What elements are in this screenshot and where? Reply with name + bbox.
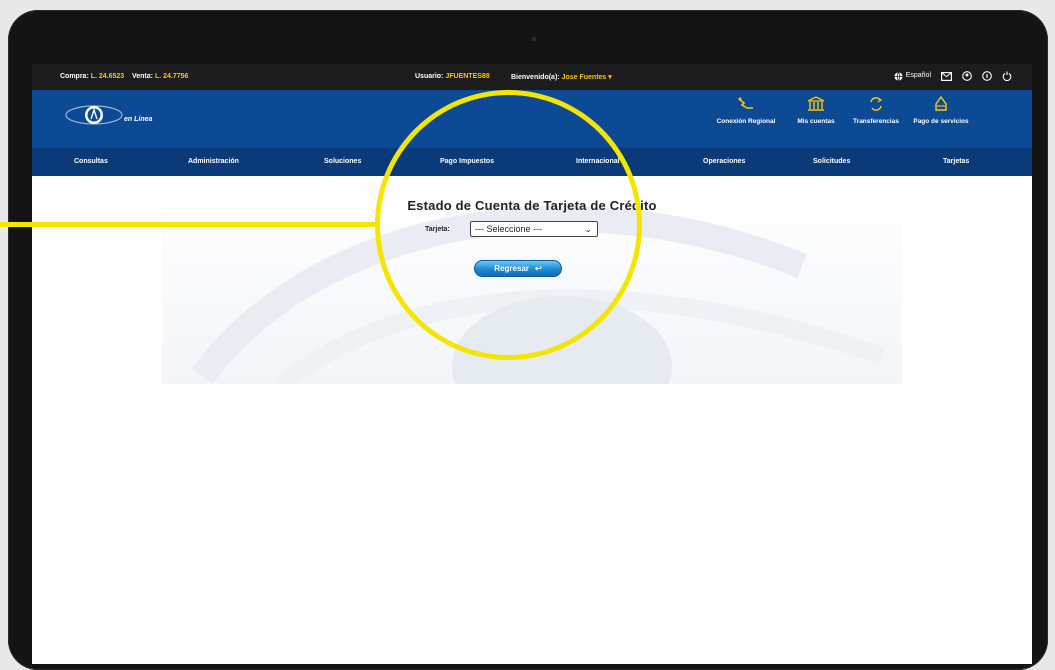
language-label: Español <box>905 72 931 79</box>
usuario-value: JFUENTES88 <box>445 73 490 80</box>
header-action-label: Pago de servicios <box>913 118 969 125</box>
bienvenido-label: Bienvenido(a): <box>511 74 560 81</box>
help-icon[interactable] <box>982 71 992 81</box>
header-action-label: Conexión Regional <box>716 118 776 125</box>
venta-value: L. 24.7756 <box>154 73 189 80</box>
globe-icon <box>894 71 903 81</box>
top-bar: Compra: L. 24.6523 Venta: L. 24.7756 Usu… <box>32 64 1032 90</box>
nav-item-consultas[interactable]: Consultas <box>74 158 108 165</box>
exchange-rate: Compra: L. 24.6523 Venta: L. 24.7756 <box>60 73 188 80</box>
header-action-transferencias[interactable]: Transferencias <box>845 96 907 126</box>
payment-icon <box>935 96 947 111</box>
header-action-label: Transferencias <box>853 118 899 125</box>
transfer-icon <box>870 97 883 111</box>
support-icon[interactable] <box>962 71 972 81</box>
nav-item-operaciones[interactable]: Operaciones <box>703 158 745 165</box>
nav-item-soluciones[interactable]: Soluciones <box>324 158 361 165</box>
camera-dot <box>532 37 536 41</box>
user-info: Usuario: JFUENTES88 <box>415 73 490 80</box>
venta-label: Venta: <box>131 73 153 80</box>
highlight-callout-line <box>0 222 380 227</box>
bienvenido-value: Jose Fuentes <box>561 74 607 81</box>
power-icon[interactable] <box>1002 71 1012 81</box>
mail-icon[interactable] <box>941 71 952 81</box>
nav-item-solicitudes[interactable]: Solicitudes <box>813 158 850 165</box>
bank-icon <box>807 96 825 111</box>
compra-value: L. 24.6523 <box>90 73 125 80</box>
compra-label: Compra: <box>60 73 89 80</box>
header-action-pago-servicios[interactable]: Pago de servicios <box>910 96 972 126</box>
usuario-label: Usuario: <box>415 73 444 80</box>
chevron-down-icon: ▾ <box>608 74 612 81</box>
highlight-circle <box>375 90 642 360</box>
nav-item-administracion[interactable]: Administración <box>188 158 239 165</box>
nav-item-tarjetas[interactable]: Tarjetas <box>943 158 969 165</box>
regional-icon <box>738 97 753 109</box>
language-selector[interactable]: Español <box>894 70 931 82</box>
welcome-menu[interactable]: Bienvenido(a): Jose Fuentes ▾ <box>511 73 612 81</box>
bank-logo-icon[interactable] <box>64 100 124 130</box>
header-action-mis-cuentas[interactable]: Mis cuentas <box>785 96 847 126</box>
logo-text: en Línea <box>124 116 153 123</box>
header-action-label: Mis cuentas <box>797 118 835 125</box>
top-icons: Español <box>894 70 1012 82</box>
header-action-conexion-regional[interactable]: Conexión Regional <box>715 96 777 126</box>
